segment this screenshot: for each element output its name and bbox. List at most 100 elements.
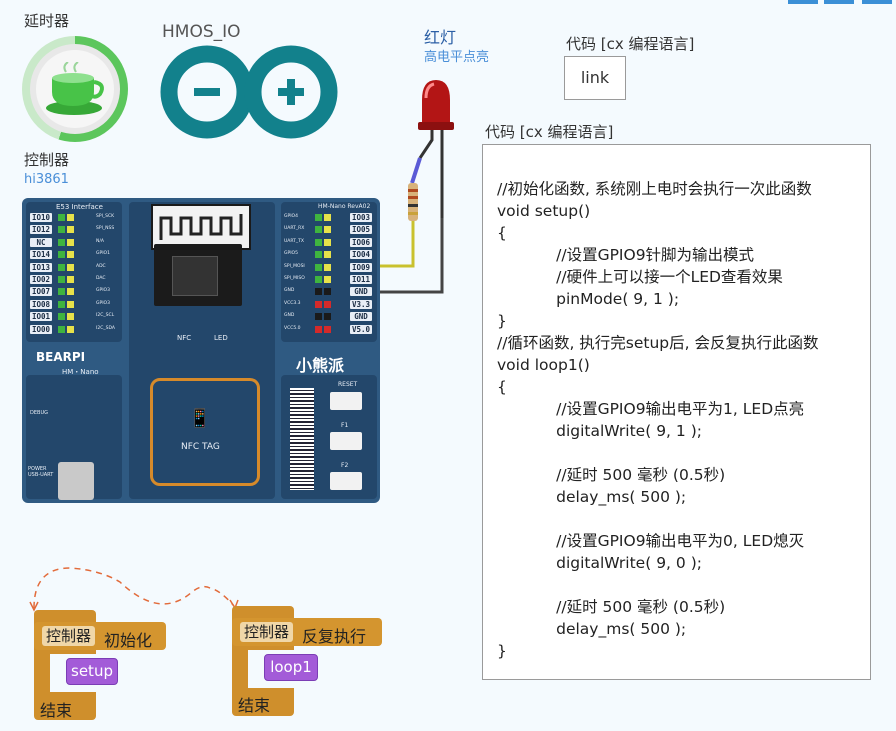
loop-end-label: 结束 (238, 696, 271, 715)
code-line: digitalWrite( 9, 1 ); (497, 422, 702, 440)
usb-port (58, 462, 94, 500)
nfc-small-label: NFC (177, 334, 192, 342)
right-pin[interactable] (315, 325, 322, 333)
interface-label: E53 Interface (56, 203, 103, 211)
left-pin-label: IO12 (30, 225, 52, 235)
setup-function-block[interactable]: setup (66, 658, 118, 685)
left-pin[interactable] (58, 276, 65, 283)
right-pin[interactable] (315, 226, 322, 234)
left-pin[interactable] (67, 263, 74, 271)
controller-label: 控制器 (24, 151, 70, 169)
left-pin[interactable] (67, 226, 74, 234)
timer-label: 延时器 (24, 12, 70, 30)
right-pin[interactable] (324, 214, 331, 221)
led-small-label: LED (214, 334, 228, 342)
debug-label: DEBUG (30, 410, 48, 416)
left-pin[interactable] (67, 276, 74, 283)
red-led-icon[interactable] (380, 68, 490, 308)
f1-button[interactable] (330, 432, 362, 450)
right-pin-func: VCC5.0 (284, 325, 301, 331)
right-pin[interactable] (324, 263, 331, 271)
right-pin-func: SPI_MOSI (284, 263, 305, 269)
loop-action-label: 反复执行 (302, 627, 367, 646)
right-pin[interactable] (324, 238, 331, 246)
toolbar-button-2[interactable] (824, 0, 854, 4)
left-pin-label: IO14 (30, 250, 52, 260)
right-pin-label: IO05 (350, 225, 372, 235)
code-line: //初始化函数, 系统刚上电时会执行一次此函数 (497, 180, 812, 198)
left-pin-label: IO07 (30, 287, 52, 297)
bearpi-logo: BEARPI (36, 350, 86, 364)
right-pin[interactable] (324, 325, 331, 333)
right-header-label: HM-Nano RevA02 (318, 203, 371, 210)
left-pin[interactable] (67, 288, 74, 296)
phone-icon: 📱 (188, 408, 212, 429)
right-pin-label: IO04 (350, 250, 372, 260)
left-pin[interactable] (67, 300, 74, 308)
code-line: //设置GPIO9输出电平为0, LED熄灭 (497, 532, 805, 550)
init-controller-chip: 控制器 (42, 626, 96, 646)
left-pin-label: IO10 (30, 213, 52, 222)
left-pin-label: IO01 (30, 312, 52, 322)
right-pin[interactable] (324, 226, 331, 234)
right-pin[interactable] (315, 263, 322, 271)
bearpi-sub: HM・Nano (62, 368, 99, 376)
right-pin-label: GND (350, 312, 372, 322)
left-pin[interactable] (58, 313, 65, 321)
right-pin[interactable] (324, 251, 331, 259)
code-line: //硬件上可以接一个LED查看效果 (497, 268, 783, 286)
code-line: { (497, 378, 507, 396)
xiaoxiongpai-logo: 小熊派 (296, 356, 345, 375)
loop-controller-chip: 控制器 (240, 622, 294, 642)
f1-label: F1 (341, 422, 349, 429)
left-pin[interactable] (58, 238, 65, 246)
left-pin[interactable] (58, 226, 65, 234)
left-pin[interactable] (67, 251, 74, 259)
left-pin[interactable] (67, 238, 74, 246)
infinity-logo-icon[interactable] (160, 44, 338, 140)
left-pin-func: DAC (96, 276, 106, 281)
right-pin[interactable] (315, 313, 322, 321)
right-pin-func: SPI_MISO (284, 276, 305, 281)
right-pin[interactable] (315, 251, 322, 259)
right-pin[interactable] (315, 300, 322, 308)
left-pin[interactable] (58, 300, 65, 308)
right-pin-label: V5.0 (350, 324, 372, 334)
init-end-label: 结束 (40, 701, 73, 720)
left-pin[interactable] (58, 251, 65, 259)
link-button[interactable]: link (564, 56, 626, 100)
left-pin[interactable] (67, 313, 74, 321)
left-pin-func: GPIO3 (96, 288, 110, 294)
init-action-label: 初始化 (104, 631, 153, 650)
left-pin[interactable] (67, 214, 74, 221)
right-pin[interactable] (315, 288, 322, 296)
f2-label: F2 (341, 462, 349, 469)
loop1-function-block[interactable]: loop1 (264, 654, 318, 681)
right-pin-func: GPIO5 (284, 251, 298, 257)
right-pin-label: IO03 (350, 213, 372, 222)
code-link-title: 代码 [cx 编程语言] (566, 35, 695, 53)
left-pin[interactable] (67, 325, 74, 333)
left-pin-func: ADC (96, 263, 106, 269)
left-pin[interactable] (58, 288, 65, 296)
reset-button[interactable] (330, 392, 362, 410)
code-line: } (497, 312, 507, 330)
right-pin-func: UART_TX (284, 238, 305, 244)
code-line: //设置GPIO9针脚为输出模式 (497, 246, 755, 264)
f2-button[interactable] (330, 472, 362, 490)
left-pin[interactable] (58, 214, 65, 221)
left-pin[interactable] (58, 263, 65, 271)
right-pin[interactable] (324, 288, 331, 296)
right-pin[interactable] (315, 276, 322, 283)
code-panel-title: 代码 [cx 编程语言] (485, 123, 614, 141)
right-pin[interactable] (324, 300, 331, 308)
toolbar-button-3[interactable] (862, 0, 892, 4)
right-pin[interactable] (324, 313, 331, 321)
right-pin[interactable] (324, 276, 331, 283)
left-pin[interactable] (58, 325, 65, 333)
left-pin-label: IO00 (30, 324, 52, 334)
right-pin[interactable] (315, 238, 322, 246)
right-pin[interactable] (315, 214, 322, 221)
right-pin-label: IO06 (350, 237, 372, 247)
toolbar-button-1[interactable] (788, 0, 818, 4)
